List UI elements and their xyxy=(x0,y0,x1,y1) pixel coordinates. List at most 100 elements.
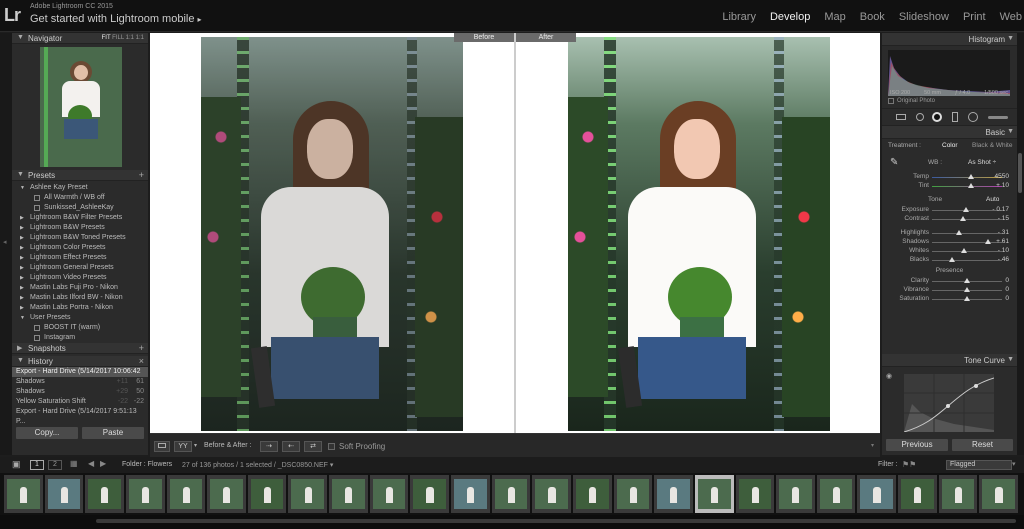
slider-knob[interactable] xyxy=(967,174,974,179)
treatment-bw[interactable]: Black & White xyxy=(972,142,1012,149)
clear-history-icon[interactable]: × xyxy=(139,356,144,366)
slider-knob[interactable] xyxy=(955,230,962,235)
slider-value[interactable]: - 31 xyxy=(998,229,1009,236)
adjustment-brush-icon[interactable] xyxy=(988,116,1008,119)
slider-knob[interactable] xyxy=(964,287,970,292)
filter-lock-icon[interactable]: ▾ xyxy=(1012,460,1016,468)
reset-button[interactable]: Reset xyxy=(952,439,1013,451)
preset-folder[interactable]: ▶ Lightroom B&W Presets xyxy=(12,223,148,233)
filmstrip-thumbnail[interactable] xyxy=(938,475,978,513)
slider-value[interactable]: - 15 xyxy=(998,215,1009,222)
page-2-button[interactable]: 2 xyxy=(48,460,62,470)
filmstrip-thumbnail[interactable] xyxy=(816,475,856,513)
preset-item[interactable]: All Warmth / WB off xyxy=(12,193,148,203)
filmstrip-thumbnail[interactable] xyxy=(735,475,775,513)
next-arrow-icon[interactable]: ▶ xyxy=(100,459,106,468)
radial-filter-icon[interactable] xyxy=(968,112,978,122)
slider-value[interactable]: - 0.17 xyxy=(992,206,1009,213)
right-panel-scrollbar[interactable] xyxy=(1017,33,1024,455)
slider-track[interactable] xyxy=(932,233,1002,234)
slider-knob[interactable] xyxy=(968,183,975,188)
slider-value[interactable]: + 61 xyxy=(996,238,1009,245)
preset-item[interactable]: Instagram xyxy=(12,333,148,343)
add-snapshot-icon[interactable]: + xyxy=(139,343,144,353)
loupe-view-button[interactable] xyxy=(154,441,170,452)
history-header[interactable]: ▼ History × xyxy=(12,356,148,367)
filmstrip-thumbnail[interactable] xyxy=(694,475,734,513)
slider-temp[interactable]: Temp 4550 xyxy=(882,173,1017,182)
slider-value[interactable]: 0 xyxy=(1005,277,1009,284)
page-1-button[interactable]: 1 xyxy=(30,460,44,470)
slider-blacks[interactable]: Blacks - 46 xyxy=(882,256,1017,265)
preset-folder[interactable]: ▶ Mastin Labs Portra - Nikon xyxy=(12,303,148,313)
folder-source[interactable]: Folder : Flowers xyxy=(122,461,172,468)
soft-proofing-checkbox[interactable] xyxy=(328,443,335,450)
add-preset-icon[interactable]: + xyxy=(139,170,144,180)
preset-folder[interactable]: ▶ Lightroom General Presets xyxy=(12,263,148,273)
slider-knob[interactable] xyxy=(961,248,968,253)
spot-removal-icon[interactable] xyxy=(916,113,924,121)
filmstrip-thumbnail[interactable] xyxy=(207,475,246,513)
filmstrip-thumbnail[interactable] xyxy=(857,475,897,513)
preset-folder[interactable]: ▼ User Presets xyxy=(12,313,148,323)
slider-contrast[interactable]: Contrast - 15 xyxy=(882,215,1017,224)
slider-knob[interactable] xyxy=(948,257,955,262)
copy-after-to-before-button[interactable]: ⇠ xyxy=(282,441,300,452)
history-item[interactable]: Export - Hard Drive (5/14/2017 10:06:42 … xyxy=(12,367,148,385)
module-develop[interactable]: Develop xyxy=(770,11,810,23)
module-print[interactable]: Print xyxy=(963,11,986,23)
mobile-link[interactable]: Get started with Lightroom mobile ▸ xyxy=(30,13,202,25)
preset-item[interactable]: Sunkissed_AshleeKay xyxy=(12,203,148,213)
filmstrip-thumbnail[interactable] xyxy=(451,475,490,513)
preset-folder[interactable]: ▼ Ashlee Kay Preset xyxy=(12,183,148,193)
slider-tint[interactable]: Tint + 10 xyxy=(882,182,1017,191)
slider-knob[interactable] xyxy=(985,239,991,244)
slider-knob[interactable] xyxy=(959,216,966,221)
history-item[interactable]: Export - Hard Drive (5/14/2017 9:51:13 P… xyxy=(12,407,148,425)
filmstrip-thumbnail[interactable] xyxy=(898,475,937,513)
zoom-custom[interactable]: 1:1 xyxy=(136,35,144,41)
history-item[interactable]: Shadows +29 50 xyxy=(12,387,148,397)
slider-shadows[interactable]: Shadows + 61 xyxy=(882,238,1017,247)
red-eye-icon[interactable] xyxy=(932,112,942,122)
filmstrip-thumbnail[interactable] xyxy=(410,475,450,513)
filmstrip-thumbnail[interactable] xyxy=(979,475,1018,513)
slider-clarity[interactable]: Clarity 0 xyxy=(882,277,1017,286)
filmstrip-thumbnail[interactable] xyxy=(166,475,206,513)
tone-curve-header[interactable]: Tone Curve ▼ xyxy=(882,354,1017,367)
view-dropdown-icon[interactable]: ▾ xyxy=(194,442,197,449)
filmstrip-thumbnail[interactable] xyxy=(288,475,328,513)
slider-value[interactable]: 4550 xyxy=(995,173,1009,180)
module-book[interactable]: Book xyxy=(860,11,885,23)
basic-header[interactable]: Basic ▼ xyxy=(882,126,1017,139)
filmstrip-thumbnail[interactable] xyxy=(776,475,815,513)
paste-button[interactable]: Paste xyxy=(82,427,144,439)
filmstrip-thumbnail[interactable] xyxy=(329,475,368,513)
slider-knob[interactable] xyxy=(964,278,970,283)
histogram-header[interactable]: Histogram ▼ xyxy=(882,33,1017,46)
history-item[interactable]: Shadows +11 61 xyxy=(12,377,148,387)
preset-item[interactable]: BOOST IT (warm) xyxy=(12,323,148,333)
slider-track[interactable] xyxy=(932,242,1002,243)
flag-filter-icon[interactable]: ⚑⚑ xyxy=(902,460,916,469)
wb-select[interactable]: As Shot ÷ xyxy=(968,159,996,166)
preset-folder[interactable]: ▶ Mastin Labs Fuji Pro - Nikon xyxy=(12,283,148,293)
zoom-1-1[interactable]: 1:1 xyxy=(126,35,134,41)
copy-button[interactable]: Copy... xyxy=(16,427,78,439)
slider-exposure[interactable]: Exposure - 0.17 xyxy=(882,206,1017,215)
histogram-graph[interactable]: ISO 200 50 mm ƒ / 4.0 1/500 sec xyxy=(888,50,1010,96)
grid-view-icon[interactable]: ▦ xyxy=(70,459,78,468)
filmstrip-thumbnail[interactable] xyxy=(369,475,409,513)
filmstrip-thumbnail[interactable] xyxy=(654,475,693,513)
filmstrip-thumbnail[interactable] xyxy=(532,475,571,513)
photo-count[interactable]: 27 of 136 photos / 1 selected / _DSC0850… xyxy=(182,461,333,469)
slider-whites[interactable]: Whites - 10 xyxy=(882,247,1017,256)
preset-folder[interactable]: ▶ Lightroom Effect Presets xyxy=(12,253,148,263)
module-web[interactable]: Web xyxy=(1000,11,1022,23)
slider-value[interactable]: 0 xyxy=(1005,286,1009,293)
slider-value[interactable]: - 46 xyxy=(998,256,1009,263)
slider-knob[interactable] xyxy=(964,296,970,301)
history-item[interactable]: Yellow Saturation Shift -22 -22 xyxy=(12,397,148,407)
slider-vibrance[interactable]: Vibrance 0 xyxy=(882,286,1017,295)
navigator-header[interactable]: ▼ Navigator FIT FILL 1:1 1:1 xyxy=(12,33,148,44)
